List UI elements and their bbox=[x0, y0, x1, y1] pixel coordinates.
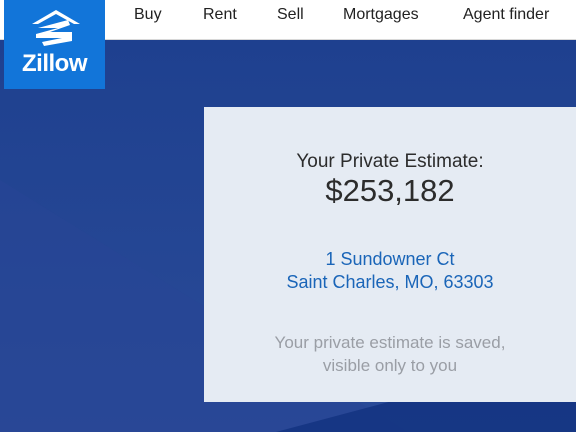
nav-agent-finder[interactable]: Agent finder bbox=[463, 6, 549, 24]
nav-sell[interactable]: Sell bbox=[277, 6, 304, 24]
nav-buy[interactable]: Buy bbox=[134, 6, 162, 24]
saved-notice: Your private estimate is saved, visible … bbox=[204, 331, 576, 377]
zillow-logo[interactable]: Zillow bbox=[4, 0, 105, 89]
address-line-2[interactable]: Saint Charles, MO, 63303 bbox=[204, 272, 576, 293]
saved-notice-line-1: Your private estimate is saved, bbox=[274, 333, 506, 352]
estimate-value: $253,182 bbox=[325, 173, 455, 208]
brand-wordmark: Zillow bbox=[22, 50, 88, 77]
saved-notice-line-2: visible only to you bbox=[322, 356, 458, 375]
zillow-house-icon bbox=[32, 10, 80, 46]
nav-rent[interactable]: Rent bbox=[203, 6, 237, 24]
address-line-1[interactable]: 1 Sundowner Ct bbox=[204, 249, 576, 270]
estimate-card: Your Private Estimate: $253,182 1 Sundow… bbox=[204, 107, 576, 402]
estimate-label: Your Private Estimate: bbox=[296, 151, 484, 172]
nav-mortgages[interactable]: Mortgages bbox=[343, 6, 419, 24]
